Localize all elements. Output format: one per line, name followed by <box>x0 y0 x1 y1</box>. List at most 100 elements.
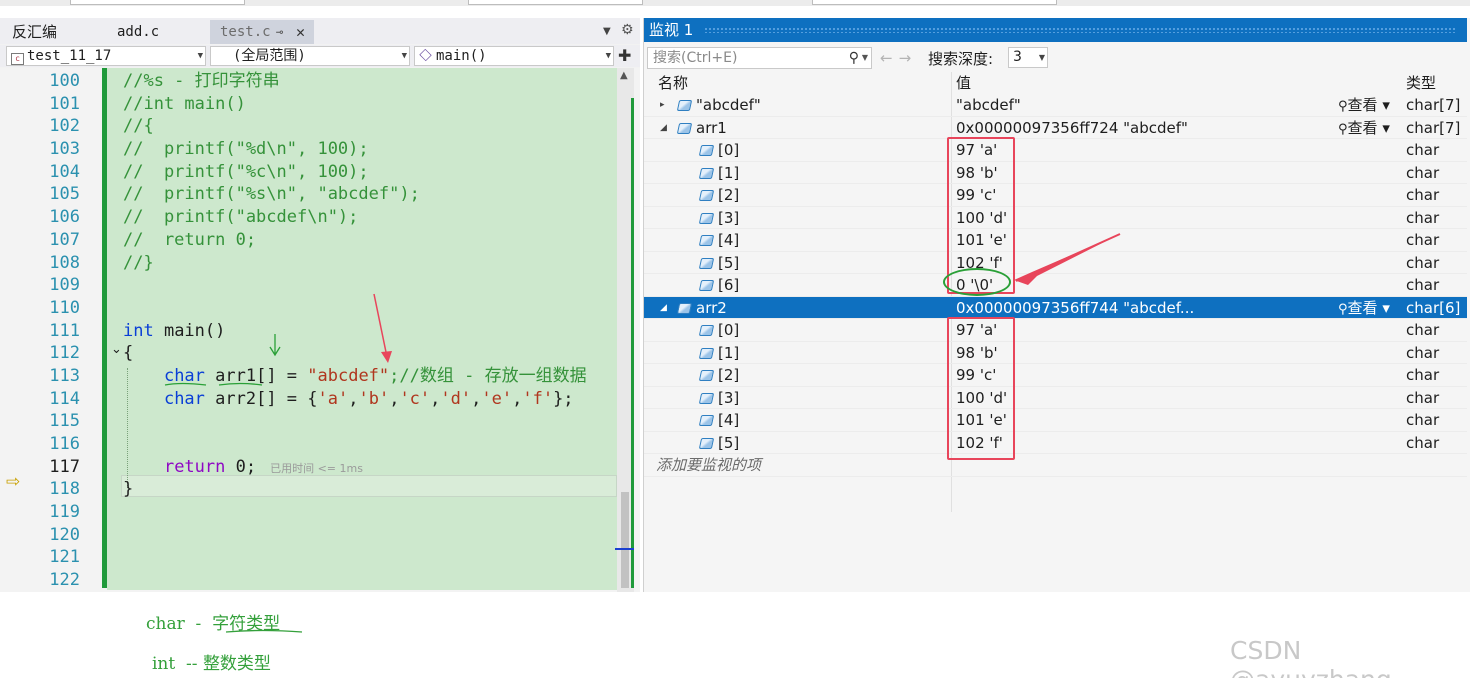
watch-value: 0x00000097356ff744 "abcdef... <box>956 298 1195 317</box>
variable-icon <box>698 190 715 201</box>
project-name: test_11_17 <box>27 48 112 64</box>
tab-add-c[interactable]: add.c <box>107 20 207 44</box>
line-number: 120 <box>49 524 80 545</box>
line-number: 119 <box>49 502 80 523</box>
tab-label: test.c <box>220 24 271 40</box>
watch-name: [5] <box>718 253 740 272</box>
code-line-112: { <box>123 343 134 364</box>
watch-type: char <box>1406 411 1440 429</box>
vertical-scrollbar[interactable]: ▲ <box>615 68 634 592</box>
view-button[interactable]: ⚲查看 ▾ <box>1338 117 1390 142</box>
watch-type: char[7] <box>1406 96 1461 114</box>
note-keyword: int <box>152 654 176 674</box>
search-icon[interactable]: ⚲ <box>849 48 859 68</box>
watch-name: [2] <box>718 186 740 204</box>
watch-type: char <box>1406 208 1440 227</box>
watch-search-input[interactable]: 搜索(Ctrl+E) ⚲ ▼ <box>647 47 872 69</box>
code-text: 0; <box>225 456 257 477</box>
watch-row[interactable]: [6] 0 '\0' char <box>644 274 1467 297</box>
scroll-up-icon[interactable]: ▲ <box>620 70 628 81</box>
line-number: 113 <box>49 365 80 386</box>
line-number: 114 <box>49 388 80 409</box>
variable-icon <box>698 167 715 179</box>
watch-name: arr1 <box>696 118 727 137</box>
project-selector[interactable]: c test_11_17 ▼ <box>6 46 206 66</box>
tab-test-c[interactable]: test.c ⊸ ✕ <box>210 20 314 44</box>
variable-icon <box>676 302 693 314</box>
search-nav-arrows[interactable]: ←→ <box>880 49 917 67</box>
line-number: 102 <box>49 116 80 137</box>
tab-dropdown-icon[interactable]: ▼ <box>603 26 611 37</box>
collapse-arrow-icon[interactable]: ◢ <box>660 117 667 140</box>
watch-row[interactable]: ▸ "abcdef" "abcdef" ⚲查看 ▾ char[7] <box>644 94 1467 117</box>
watch-row[interactable]: ◢ arr2 0x00000097356ff744 "abcdef... ⚲查看 ▾ c… <box>644 296 1467 322</box>
column-value[interactable]: 值 <box>956 72 971 94</box>
code-area[interactable]: ⌄ //%s - 打印字符串 //int main() //{ // print… <box>107 68 617 590</box>
watch-row[interactable]: [4] 101 'e' char <box>644 229 1467 252</box>
line-number: 112 <box>49 343 80 364</box>
watch-row[interactable]: [3] 100 'd' char <box>644 387 1467 409</box>
watch-row[interactable]: [2] 99 'c' char <box>644 184 1467 207</box>
close-icon[interactable]: ✕ <box>296 20 305 44</box>
fold-toggle-icon[interactable]: ⌄ <box>111 342 122 357</box>
chevron-down-icon[interactable]: ▼ <box>862 48 868 68</box>
pin-icon[interactable]: ⊸ <box>276 20 283 44</box>
watch-row[interactable]: [5] 102 'f' char <box>644 252 1467 274</box>
keyword: return <box>163 456 226 477</box>
line-number: 101 <box>49 93 80 114</box>
expand-arrow-icon[interactable]: ▸ <box>660 94 665 117</box>
toolbar-combo-3[interactable] <box>812 0 1057 5</box>
variable-icon <box>676 100 693 111</box>
watch-type: char <box>1406 141 1440 159</box>
code-line-105: // printf("%s\n", "abcdef"); <box>123 184 420 205</box>
code-line-117: return 0; 已用时间 <= 1ms <box>123 456 587 479</box>
watch-name: [5] <box>718 433 740 452</box>
code-text: main() <box>153 320 226 341</box>
scope-selector[interactable]: (全局范围) ▼ <box>210 46 410 66</box>
watch-type: char <box>1406 253 1440 272</box>
line-number: 115 <box>49 411 80 432</box>
watch-row[interactable]: [4] 101 'e' char <box>644 409 1467 432</box>
code-editor[interactable]: ⇨ 100 101 102 103 104 105 106 107 108 109 110 111 11… <box>0 68 640 592</box>
tab-disassembly[interactable]: 反汇编 <box>2 20 99 44</box>
watch-title-bar[interactable]: 监视 1 <box>644 18 1467 42</box>
watch-row[interactable]: [0] 97 'a' char <box>644 319 1467 342</box>
split-window-icon[interactable]: ✚ <box>618 46 631 65</box>
function-selector[interactable]: main() ▼ <box>414 46 614 66</box>
view-button[interactable]: ⚲查看 ▾ <box>1338 94 1390 119</box>
watch-type: char <box>1406 433 1440 452</box>
char-literal: 'd' <box>440 388 472 409</box>
chevron-down-icon: ▾ <box>1377 118 1390 137</box>
view-button[interactable]: ⚲查看 ▾ <box>1338 297 1390 322</box>
watch-name: [2] <box>718 366 740 384</box>
watch-row[interactable]: [1] 98 'b' char <box>644 342 1467 364</box>
variable-icon <box>698 325 715 336</box>
search-depth-select[interactable]: 3 ▼ <box>1008 47 1048 68</box>
watch-row[interactable]: ◢ arr1 0x00000097356ff724 "abcdef" ⚲查看 ▾ cha… <box>644 117 1467 142</box>
column-name[interactable]: 名称 <box>658 72 688 94</box>
code-line-102: //{ <box>123 116 154 137</box>
watch-type: char <box>1406 276 1440 294</box>
code-line-100: //%s - 打印字符串 <box>123 71 280 91</box>
watch-row[interactable]: [0] 97 'a' char <box>644 139 1467 162</box>
watch-row[interactable]: [1] 98 'b' char <box>644 162 1467 184</box>
column-type[interactable]: 类型 <box>1406 72 1436 94</box>
watch-type: char[7] <box>1406 118 1461 137</box>
watch-name: [3] <box>718 208 740 227</box>
code-text: arr1[] = <box>204 365 308 386</box>
watch-row[interactable]: [2] 99 'c' char <box>644 364 1467 387</box>
scroll-thumb[interactable] <box>621 492 629 588</box>
gear-icon[interactable]: ⚙ <box>621 22 634 38</box>
watch-row[interactable]: [5] 102 'f' char <box>644 432 1467 454</box>
code-line-106: // printf("abcdef\n"); <box>123 207 359 228</box>
collapse-arrow-icon[interactable]: ◢ <box>660 297 667 320</box>
watch-row[interactable]: [3] 100 'd' char <box>644 207 1467 229</box>
watermark: CSDN @ayuyzhang <box>1230 636 1392 678</box>
toolbar-combo-1[interactable] <box>70 0 245 5</box>
watch-name: [4] <box>718 231 740 249</box>
toolbar-combo-2[interactable] <box>468 0 643 5</box>
add-watch-row[interactable]: 添加要监视的项 <box>644 454 1467 477</box>
